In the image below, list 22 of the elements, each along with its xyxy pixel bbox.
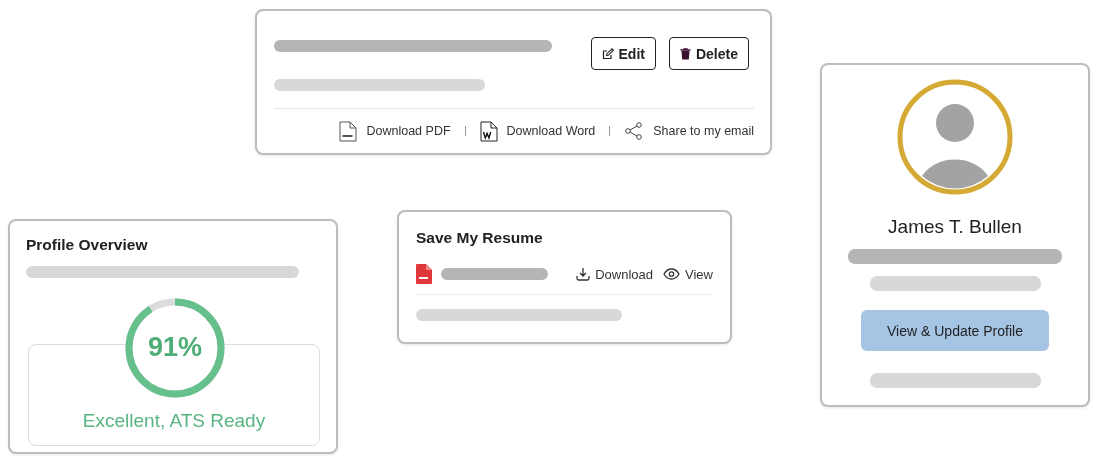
pdf-file-icon	[416, 264, 432, 284]
pdf-file-icon	[339, 120, 358, 142]
download-icon	[576, 267, 591, 281]
download-link[interactable]: Download Word	[479, 120, 596, 142]
download-link[interactable]: Download	[576, 266, 654, 282]
eye-icon	[663, 268, 681, 280]
edit-icon	[601, 47, 614, 60]
edit-button[interactable]: Edit	[590, 37, 656, 70]
score-value: 91%	[146, 332, 203, 363]
score-status: Excellent, ATS Ready	[81, 410, 267, 432]
card-title: Save My Resume	[416, 229, 544, 247]
share-icon	[624, 122, 645, 140]
download-link[interactable]: Download PDF	[339, 120, 451, 142]
trash-icon	[679, 47, 691, 60]
view-link[interactable]: View	[663, 266, 713, 282]
word-file-icon	[479, 120, 498, 142]
update-profile-button[interactable]: View & Update Profile	[861, 310, 1049, 351]
delete-button[interactable]: Delete	[668, 37, 749, 70]
share-link[interactable]: Share to my email	[624, 122, 754, 140]
avatar-icon	[897, 79, 1013, 195]
profile-name: James T. Bullen	[888, 216, 1022, 238]
card-title: Profile Overview	[26, 236, 149, 254]
